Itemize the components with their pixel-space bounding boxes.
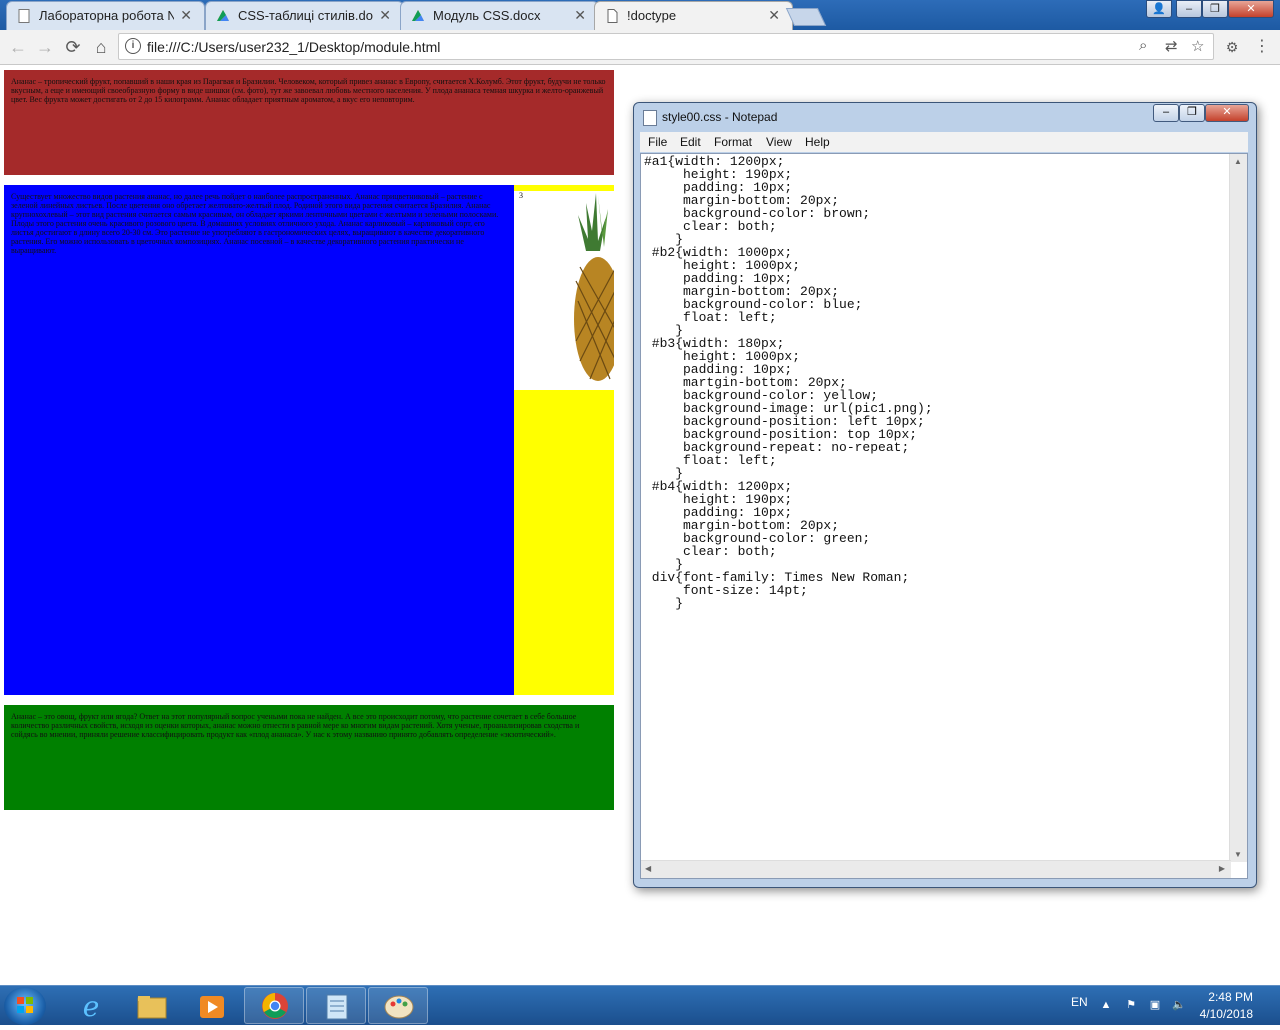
action-center-flag-icon[interactable]: ⚑ (1124, 998, 1138, 1012)
language-indicator[interactable]: EN (1071, 995, 1088, 1009)
restore-button[interactable]: ❐ (1202, 0, 1228, 18)
info-icon[interactable]: i (125, 38, 141, 54)
browser-toolbar: ← → ⟳ ⌂ i file:///C:/Users/user232_1/Des… (0, 30, 1280, 65)
windows-taskbar: e EN ▲ ⚑ ▣ 🔈 2:48 PM 4/10/2018 (0, 985, 1280, 1025)
tab-css-module[interactable]: Модуль CSS.docx ✕ (400, 1, 599, 30)
css-source-text[interactable]: #a1{width: 1200px; height: 190px; paddin… (644, 155, 933, 610)
close-icon[interactable]: ✕ (574, 7, 586, 24)
notepad-close-button[interactable]: ✕ (1205, 104, 1249, 122)
pineapple-image (574, 193, 623, 381)
address-bar[interactable]: i file:///C:/Users/user232_1/Desktop/mod… (118, 33, 1214, 60)
menu-edit[interactable]: Edit (680, 135, 701, 149)
close-icon[interactable]: ✕ (379, 7, 391, 24)
close-icon[interactable]: ✕ (180, 7, 192, 24)
tab-title: Модуль CSS.docx (433, 8, 541, 23)
notepad-icon (643, 110, 657, 126)
notepad-title: style00.css - Notepad (662, 110, 778, 124)
user-profile-button[interactable]: 👤 (1146, 0, 1172, 18)
menu-format[interactable]: Format (714, 135, 752, 149)
notepad-text-area[interactable]: #a1{width: 1200px; height: 190px; paddin… (640, 153, 1248, 879)
extension-icon[interactable]: ⚙ (1220, 35, 1244, 59)
block-a1: Ананас – тропический фрукт, попавший в н… (4, 70, 614, 175)
document-icon (17, 9, 31, 23)
zoom-icon[interactable]: ⌕ (1139, 37, 1147, 54)
block-b2: Существует множество видов растения анан… (4, 185, 514, 695)
translate-icon[interactable]: ⇄ (1165, 37, 1178, 55)
menu-view[interactable]: View (766, 135, 792, 149)
tab-title: CSS-таблиці стилів.doc (238, 8, 373, 23)
start-button[interactable] (4, 987, 46, 1025)
minimize-button[interactable]: – (1176, 0, 1202, 18)
scroll-left-icon[interactable]: ◀ (645, 864, 651, 873)
network-icon[interactable]: ▣ (1148, 998, 1162, 1012)
tab-title: !doctype (627, 8, 677, 23)
clock-date[interactable]: 4/10/2018 (1193, 1007, 1253, 1021)
internet-explorer-icon[interactable]: e (60, 987, 120, 1024)
notepad-minimize-button[interactable]: – (1153, 104, 1179, 122)
media-player-icon[interactable] (181, 987, 241, 1024)
windows-logo-icon (17, 997, 33, 1013)
menu-file[interactable]: File (648, 135, 667, 149)
reload-icon[interactable]: ⟳ (61, 35, 85, 59)
show-hidden-icons-icon[interactable]: ▲ (1099, 998, 1113, 1012)
notepad-window[interactable]: style00.css - Notepad – ❐ ✕ File Edit Fo… (633, 102, 1257, 888)
vertical-scrollbar[interactable]: ▲ ▼ (1229, 154, 1247, 862)
browser-tab-strip: Лабораторна робота № ✕ CSS-таблиці стилі… (0, 0, 1280, 31)
tab-lab-work[interactable]: Лабораторна робота № ✕ (6, 1, 205, 30)
tab-doctype[interactable]: !doctype ✕ (594, 1, 793, 31)
horizontal-scrollbar[interactable]: ◀ ▶ (641, 860, 1231, 878)
notepad-maximize-button[interactable]: ❐ (1179, 104, 1205, 122)
close-window-button[interactable]: ✕ (1228, 0, 1274, 18)
notepad-icon[interactable] (306, 987, 366, 1024)
menu-icon[interactable]: ⋮ (1250, 35, 1274, 59)
forward-arrow-icon[interactable]: → (33, 35, 57, 59)
google-drive-icon (411, 9, 425, 23)
menu-help[interactable]: Help (805, 135, 830, 149)
scroll-down-icon[interactable]: ▼ (1234, 850, 1242, 859)
volume-muted-icon[interactable]: 🔈 (1172, 998, 1186, 1012)
block-b3: 3 (514, 185, 623, 695)
file-explorer-icon[interactable] (121, 987, 181, 1024)
scroll-up-icon[interactable]: ▲ (1234, 157, 1242, 166)
block-b4: Ананас – это овощ, фрукт или ягода? Отве… (4, 705, 614, 810)
address-url: file:///C:/Users/user232_1/Desktop/modul… (147, 39, 441, 55)
tab-css-tables[interactable]: CSS-таблиці стилів.doc ✕ (205, 1, 404, 30)
back-arrow-icon[interactable]: ← (6, 35, 30, 59)
chrome-icon[interactable] (244, 987, 304, 1024)
block-b3-label: 3 (519, 191, 523, 200)
bookmark-star-icon[interactable]: ☆ (1191, 37, 1204, 55)
pineapple-image-area (514, 191, 623, 390)
close-icon[interactable]: ✕ (768, 7, 780, 24)
clock-time[interactable]: 2:48 PM (1203, 990, 1253, 1004)
page-icon (605, 9, 619, 23)
paint-icon[interactable] (368, 987, 428, 1024)
home-icon[interactable]: ⌂ (89, 35, 113, 59)
scroll-right-icon[interactable]: ▶ (1219, 864, 1225, 873)
svg-text:e: e (83, 990, 100, 1023)
tab-title: Лабораторна робота № (39, 8, 174, 23)
notepad-menu-bar: File Edit Format View Help (640, 132, 1248, 152)
google-drive-icon (216, 9, 230, 23)
